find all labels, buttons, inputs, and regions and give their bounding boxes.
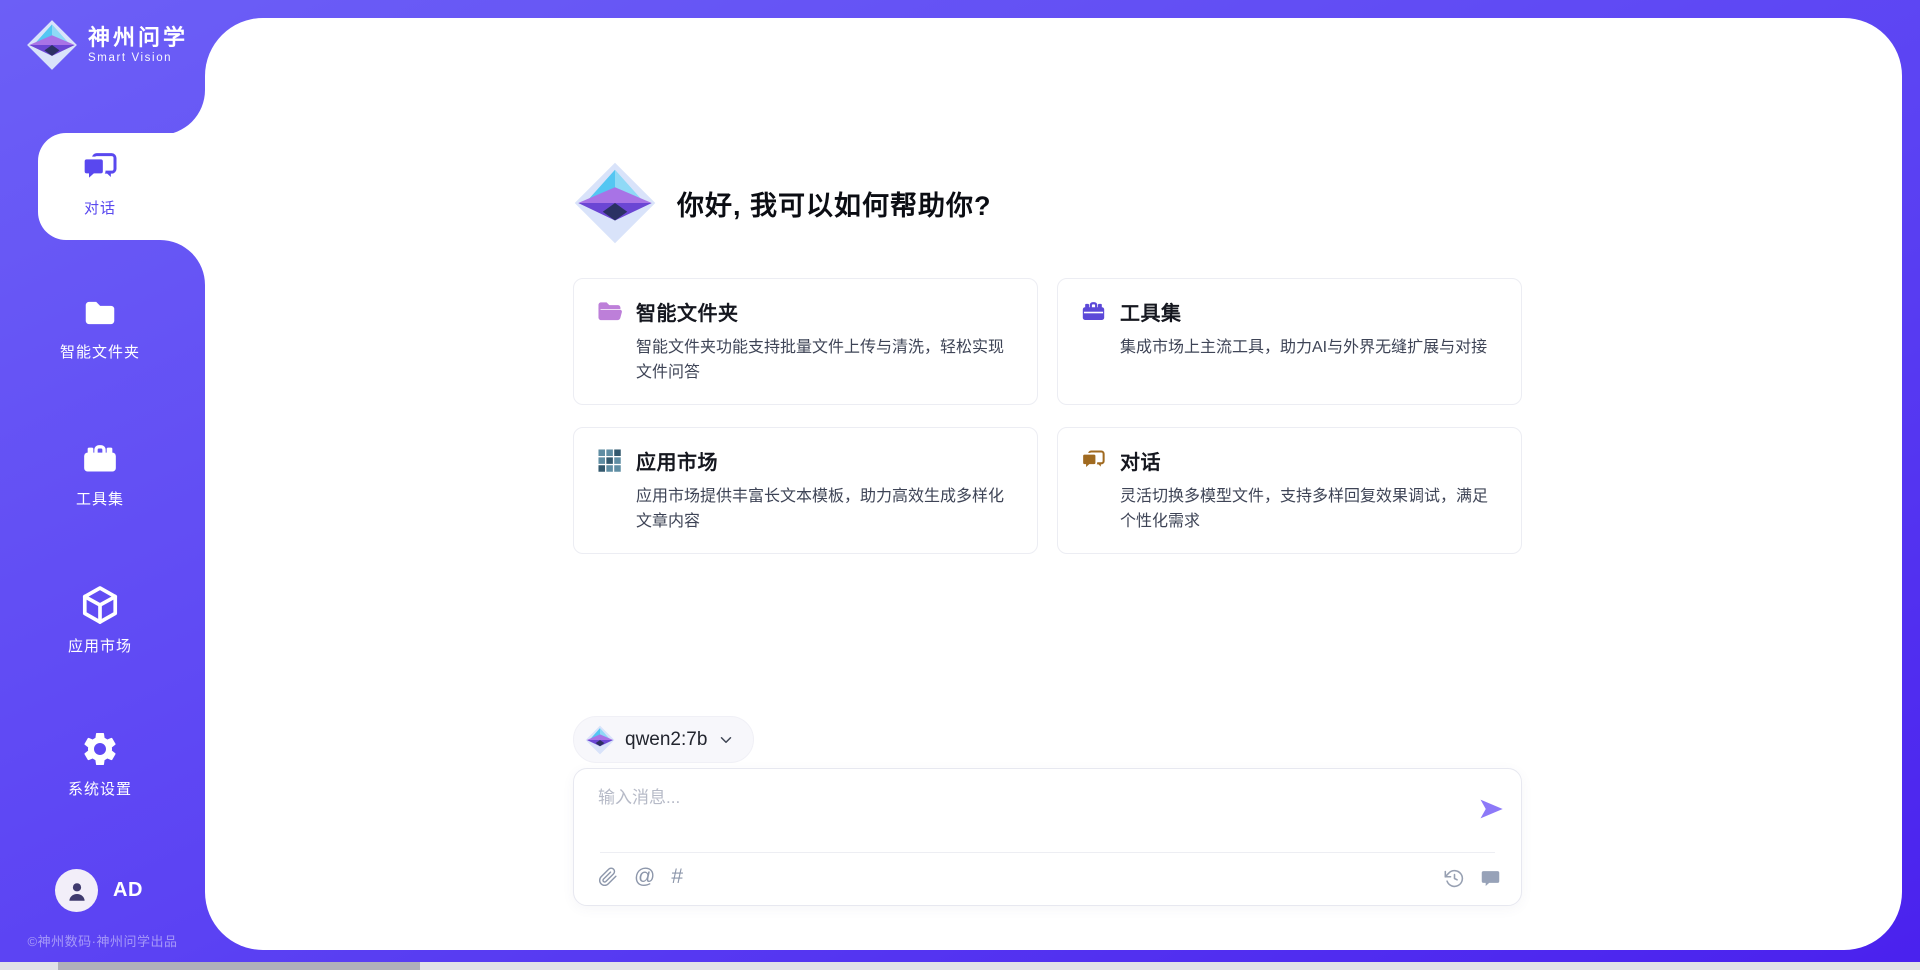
history-button[interactable] (1444, 868, 1465, 889)
folder-open-icon (596, 298, 623, 325)
card-title: 应用市场 (636, 446, 718, 475)
sidebar-item-settings[interactable]: 系统设置 (0, 729, 200, 799)
greeting-title: 你好, 我可以如何帮助你? (677, 184, 992, 223)
feature-cards: 智能文件夹 智能文件夹功能支持批量文件上传与清洗，轻松实现文件问答 工具 (573, 278, 1522, 554)
folder-icon (79, 294, 121, 332)
card-title: 对话 (1120, 446, 1161, 475)
brand-gem-icon (26, 19, 78, 71)
chevron-down-icon (717, 731, 735, 749)
attach-file-button[interactable] (598, 866, 618, 888)
composer-divider (600, 852, 1495, 853)
horizontal-scrollbar[interactable] (0, 962, 1920, 970)
content-column: 你好, 我可以如何帮助你? 智能文件夹 智能文件夹功能支持批量文件上传与清洗，轻… (573, 18, 1522, 950)
avatar[interactable] (55, 869, 98, 912)
sidebar-item-label: 系统设置 (68, 778, 132, 799)
brand-logo: 神州问学 Smart Vision (26, 19, 188, 71)
new-chat-button[interactable] (1480, 868, 1501, 889)
send-icon (1477, 795, 1505, 823)
briefcase-icon (1080, 298, 1107, 325)
card-tools[interactable]: 工具集 集成市场上主流工具，助力AI与外界无缝扩展与对接 (1057, 278, 1522, 405)
copyright-text: ©神州数码·神州问学出品 (0, 931, 205, 950)
paperclip-icon (598, 866, 618, 888)
user-profile[interactable]: AD (55, 869, 143, 912)
comment-icon (1480, 868, 1501, 889)
history-icon (1444, 868, 1465, 889)
card-description: 应用市场提供丰富长文本模板，助力高效生成多样化文章内容 (636, 484, 1019, 534)
greeting-gem-icon (573, 161, 657, 245)
message-composer: @ # (573, 768, 1522, 906)
card-description: 集成市场上主流工具，助力AI与外界无缝扩展与对接 (1120, 335, 1503, 360)
send-button[interactable] (1477, 795, 1505, 823)
composer-tools-left: @ # (598, 866, 683, 888)
card-description: 灵活切换多模型文件，支持多样回复效果调试，满足个性化需求 (1120, 484, 1503, 534)
brand-name: 神州问学 (88, 26, 188, 50)
sidebar-item-folders[interactable]: 智能文件夹 (0, 294, 200, 362)
model-gem-icon (585, 725, 615, 755)
brand-subtitle: Smart Vision (88, 52, 188, 64)
sidebar-item-label: 对话 (84, 197, 116, 218)
model-selector[interactable]: qwen2:7b (573, 716, 754, 763)
topic-button[interactable]: # (671, 866, 683, 888)
gear-icon (80, 729, 120, 769)
message-input[interactable] (596, 781, 1420, 815)
briefcase-icon (79, 439, 121, 479)
sidebar-item-label: 工具集 (76, 488, 124, 509)
sidebar-item-tools[interactable]: 工具集 (0, 439, 200, 509)
sidebar: 神州问学 Smart Vision 对话 智能文件夹 (0, 0, 205, 970)
cube-icon (79, 584, 121, 626)
sidebar-item-label: 智能文件夹 (60, 341, 140, 362)
scrollbar-thumb[interactable] (58, 962, 420, 970)
main-panel: 你好, 我可以如何帮助你? 智能文件夹 智能文件夹功能支持批量文件上传与清洗，轻… (205, 18, 1902, 950)
chat-bubbles-icon (79, 148, 121, 188)
person-icon (64, 878, 90, 904)
greeting-block: 你好, 我可以如何帮助你? (573, 161, 992, 245)
card-title: 工具集 (1120, 297, 1182, 326)
card-app-market[interactable]: 应用市场 应用市场提供丰富长文本模板，助力高效生成多样化文章内容 (573, 427, 1038, 554)
sidebar-item-label: 应用市场 (68, 635, 132, 656)
mention-button[interactable]: @ (634, 866, 655, 888)
card-description: 智能文件夹功能支持批量文件上传与清洗，轻松实现文件问答 (636, 335, 1019, 385)
sidebar-item-market[interactable]: 应用市场 (0, 584, 200, 656)
app-window: 神州问学 Smart Vision 对话 智能文件夹 (0, 0, 1920, 970)
card-title: 智能文件夹 (636, 297, 739, 326)
card-smart-folders[interactable]: 智能文件夹 智能文件夹功能支持批量文件上传与清洗，轻松实现文件问答 (573, 278, 1038, 405)
sidebar-item-chat[interactable]: 对话 (0, 148, 200, 218)
chat-bubbles-icon (1080, 447, 1107, 474)
app-grid-icon (596, 447, 623, 474)
card-chat[interactable]: 对话 灵活切换多模型文件，支持多样回复效果调试，满足个性化需求 (1057, 427, 1522, 554)
user-name: AD (113, 879, 143, 902)
model-selector-value: qwen2:7b (625, 729, 707, 751)
composer-tools-right (1444, 868, 1501, 889)
